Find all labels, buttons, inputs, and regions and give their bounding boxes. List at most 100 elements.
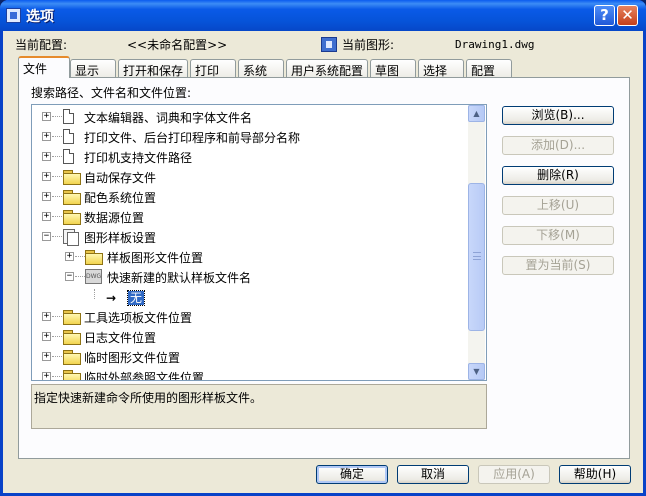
expand-plus-icon[interactable]: + <box>42 112 51 121</box>
tree-connector <box>52 156 62 157</box>
tab-selection[interactable]: 选择 <box>418 59 464 78</box>
expand-plus-icon[interactable]: + <box>42 352 51 361</box>
tree-item-label: 打印文件、后台打印程序和前导部分名称 <box>84 131 301 145</box>
cancel-button[interactable]: 取消 <box>397 465 469 484</box>
options-dialog: 选项 ? ✕ 当前配置: <<未命名配置>> 当前图形: Drawing1.dw… <box>0 0 646 496</box>
tab-open-save[interactable]: 打开和保存 <box>118 59 188 78</box>
title-bar[interactable]: 选项 ? ✕ <box>0 0 646 31</box>
tree-connector <box>52 176 62 177</box>
tab-plot[interactable]: 打印 <box>190 59 236 78</box>
collapse-minus-icon[interactable]: − <box>65 272 74 281</box>
tree-connector <box>52 316 62 317</box>
dwg-file-icon: DWG <box>85 269 102 284</box>
tab-display[interactable]: 显示 <box>70 59 116 78</box>
expand-plus-icon[interactable]: + <box>42 132 51 141</box>
folder-icon <box>63 310 81 325</box>
current-drawing-label: 当前图形: <box>342 38 395 52</box>
ok-button[interactable]: 确定 <box>316 465 388 484</box>
folder-icon <box>63 190 81 205</box>
folder-icon <box>63 210 81 225</box>
tab-profiles[interactable]: 配置 <box>466 59 512 78</box>
tree-item[interactable]: + 临时外部参照文件位置 <box>32 367 468 380</box>
tree-item-label: 文本编辑器、词典和字体文件名 <box>84 111 253 125</box>
add-button[interactable]: 添加(D)... <box>502 136 614 155</box>
tree-item-label: 打印机支持文件路径 <box>84 151 193 165</box>
move-up-button[interactable]: 上移(U) <box>502 196 614 215</box>
tree-scrollbar[interactable]: ▲ ▼ <box>468 105 485 380</box>
tree-item-label: 日志文件位置 <box>84 331 157 345</box>
browse-button[interactable]: 浏览(B)... <box>502 106 614 125</box>
expand-plus-icon[interactable]: + <box>42 332 51 341</box>
expand-plus-icon[interactable]: + <box>42 192 51 201</box>
tree-item[interactable]: + 文本编辑器、词典和字体文件名 <box>32 107 468 127</box>
help-question-button[interactable]: ? <box>594 5 615 26</box>
drawing-icon <box>321 37 337 52</box>
page-icon <box>63 149 74 164</box>
page-icon <box>63 109 74 124</box>
tree-item[interactable]: − DWG 快速新建的默认样板文件名 <box>32 267 468 287</box>
expand-plus-icon[interactable]: + <box>42 212 51 221</box>
tree-item[interactable]: + 工具选项板文件位置 <box>32 307 468 327</box>
expand-plus-icon[interactable]: + <box>42 312 51 321</box>
expand-plus-icon[interactable]: + <box>42 372 51 380</box>
expand-plus-icon[interactable]: + <box>42 172 51 181</box>
tab-files[interactable]: 文件 <box>18 56 70 78</box>
tree-item[interactable]: + 自动保存文件 <box>32 167 468 187</box>
folder-icon <box>85 250 103 265</box>
expand-plus-icon[interactable]: + <box>65 252 74 261</box>
tree-item[interactable]: + 样板图形文件位置 <box>32 247 468 267</box>
help-button[interactable]: 帮助(H) <box>559 465 631 484</box>
apply-button[interactable]: 应用(A) <box>478 465 550 484</box>
tree-connector <box>52 356 62 357</box>
tree-connector <box>75 256 85 257</box>
remove-button[interactable]: 删除(R) <box>502 166 614 185</box>
tree-item[interactable]: + 打印文件、后台打印程序和前导部分名称 <box>32 127 468 147</box>
selected-template-value[interactable]: 无 <box>126 290 146 306</box>
tree-item-label: 工具选项板文件位置 <box>84 311 193 325</box>
collapse-minus-icon[interactable]: − <box>42 232 51 241</box>
tree-item-label: 配色系统位置 <box>84 191 157 205</box>
page-icon <box>63 129 74 144</box>
set-current-button[interactable]: 置为当前(S) <box>502 256 614 275</box>
tab-drafting[interactable]: 草图 <box>370 59 416 78</box>
question-mark-icon: ? <box>600 6 609 24</box>
move-down-button[interactable]: 下移(M) <box>502 226 614 245</box>
tree-item[interactable]: + 数据源位置 <box>32 207 468 227</box>
scroll-thumb[interactable] <box>468 183 485 331</box>
expand-plus-icon[interactable]: + <box>42 152 51 161</box>
tree-item[interactable]: − 图形样板设置 <box>32 227 468 247</box>
scroll-up-button[interactable]: ▲ <box>468 105 485 122</box>
arrow-icon: → <box>106 291 117 305</box>
tree-connector <box>52 116 62 117</box>
selected-value-wrap: 无 <box>126 289 146 306</box>
tree-item-label: 数据源位置 <box>84 211 145 225</box>
app-icon <box>6 8 21 23</box>
tree-item[interactable]: + 打印机支持文件路径 <box>32 147 468 167</box>
tree-item[interactable]: + 配色系统位置 <box>32 187 468 207</box>
chevron-down-icon: ▼ <box>473 367 480 376</box>
tab-user-preferences[interactable]: 用户系统配置 <box>286 59 368 78</box>
tree-item-label: 自动保存文件 <box>84 171 157 185</box>
close-x-icon: ✕ <box>621 6 634 24</box>
file-locations-tree[interactable]: + 文本编辑器、词典和字体文件名 + 打印文件、后台打印程序和前导部分名称 + … <box>31 104 487 381</box>
current-profile-label: 当前配置: <box>15 38 68 52</box>
tree-item-label: 样板图形文件位置 <box>107 251 204 265</box>
tree-connector <box>75 276 85 277</box>
folder-icon <box>63 330 81 345</box>
tree-connector <box>52 136 62 137</box>
close-button[interactable]: ✕ <box>617 5 638 26</box>
description-box: 指定快速新建命令所使用的图形样板文件。 <box>31 384 487 429</box>
folder-icon <box>63 350 81 365</box>
folder-icon <box>63 370 81 380</box>
tab-system[interactable]: 系统 <box>238 59 284 78</box>
window-title: 选项 <box>26 9 54 25</box>
tree-connector <box>52 216 62 217</box>
tree-item-label: 临时图形文件位置 <box>84 351 181 365</box>
scroll-down-button[interactable]: ▼ <box>468 363 485 380</box>
grip-icon <box>473 252 481 260</box>
tree-item-value[interactable]: → 无 <box>32 287 468 307</box>
tree-item[interactable]: + 临时图形文件位置 <box>32 347 468 367</box>
tree-item[interactable]: + 日志文件位置 <box>32 327 468 347</box>
tree-item-label: 快速新建的默认样板文件名 <box>107 271 252 285</box>
description-text: 指定快速新建命令所使用的图形样板文件。 <box>34 391 263 405</box>
